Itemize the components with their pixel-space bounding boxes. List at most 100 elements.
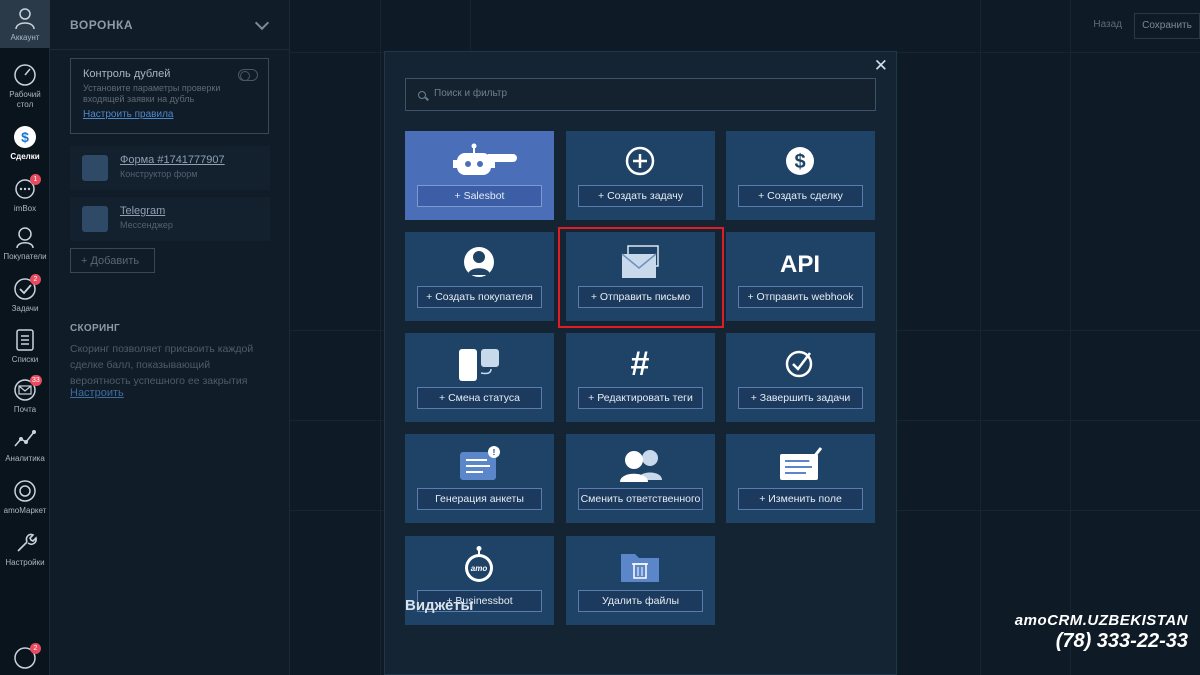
tile-form-generation[interactable]: ! Генерация анкеты — [405, 434, 554, 523]
source-subtitle: Конструктор форм — [120, 169, 198, 179]
plus-circle-icon — [625, 146, 655, 176]
nav-dashboard[interactable]: Рабочий стол — [0, 62, 50, 110]
nav-analytics[interactable]: Аналитика — [0, 426, 50, 464]
api-icon-text: API — [780, 251, 820, 278]
tile-button[interactable]: + Создать задачу — [578, 185, 703, 207]
tile-send-webhook[interactable]: API + Отправить webhook — [726, 232, 875, 321]
chevron-down-icon[interactable] — [254, 15, 270, 31]
tile-button[interactable]: + Создать покупателя — [417, 286, 542, 308]
nav-badge: 2 — [30, 643, 41, 654]
nav-market[interactable]: amoМаркет — [0, 478, 50, 516]
duplicates-title: Контроль дублей — [83, 68, 171, 80]
dollar-icon: $ — [786, 147, 814, 175]
nav-label: Списки — [11, 355, 39, 364]
source-item[interactable]: Форма #1741777907 Конструктор форм — [70, 146, 270, 190]
tile-change-field[interactable]: + Изменить поле — [726, 434, 875, 523]
scoring-link[interactable]: Настроить — [70, 387, 124, 399]
tile-label: Завершить задачи — [759, 392, 851, 404]
watermark: amoCRM.UZBEKISTAN (78) 333-22-33 — [1015, 612, 1188, 653]
tile-button[interactable]: + Редактировать теги — [578, 387, 703, 409]
save-button[interactable]: Сохранить — [1134, 13, 1200, 39]
tile-button[interactable]: + Отправить webhook — [738, 286, 863, 308]
nav-tasks[interactable]: 2 Задачи — [0, 274, 50, 314]
tile-button[interactable]: Сменить ответственного — [578, 488, 703, 510]
grid-line — [380, 0, 381, 675]
status-change-icon — [459, 349, 499, 381]
users-icon — [620, 450, 662, 482]
tile-edit-tags[interactable]: # + Редактировать теги — [566, 333, 715, 422]
search-input[interactable]: Поиск и фильтр — [405, 78, 876, 111]
duplicates-toggle[interactable] — [238, 69, 258, 81]
businessbot-icon-text: amo — [471, 564, 488, 573]
tile-complete-tasks[interactable]: + Завершить задачи — [726, 333, 875, 422]
close-icon[interactable]: ✕ — [874, 56, 888, 76]
nav-deals[interactable]: $ Сделки — [0, 124, 50, 162]
settings-icon — [17, 533, 37, 552]
back-button[interactable]: Назад — [1093, 19, 1122, 30]
customers-icon — [16, 227, 34, 249]
tile-salesbot[interactable]: + Salesbot — [405, 131, 554, 220]
source-title[interactable]: Форма #1741777907 — [120, 154, 270, 166]
tile-label: Удалить файлы — [601, 595, 680, 607]
nav-badge: 33 — [30, 375, 42, 386]
tile-create-customer[interactable]: + Создать покупателя — [405, 232, 554, 321]
add-source-button[interactable]: + Добавить — [70, 248, 155, 273]
panel-header[interactable]: ВОРОНКА — [50, 0, 289, 50]
hashtag-icon: # — [631, 345, 650, 383]
tile-label: Изменить поле — [768, 493, 842, 505]
duplicates-rules-link[interactable]: Настроить правила — [83, 109, 256, 120]
scoring-desc: Скоринг позволяет присвоить каждой сделк… — [70, 343, 254, 387]
svg-text:$: $ — [794, 151, 805, 173]
account-icon — [15, 8, 35, 30]
nav-label: Настройки — [5, 558, 45, 567]
tile-button[interactable]: + Завершить задачи — [738, 387, 863, 409]
tile-change-responsible[interactable]: Сменить ответственного — [566, 434, 715, 523]
nav-notifications[interactable]: 2 — [0, 643, 50, 671]
tile-label: Создать задачу — [607, 190, 683, 202]
nav-mail[interactable]: 33 Почта — [0, 375, 50, 415]
source-title[interactable]: Telegram — [120, 205, 270, 217]
duplicates-control: Контроль дублей Установите параметры про… — [70, 58, 269, 134]
nav-label: imBox — [13, 204, 37, 213]
nav-label: Аналитика — [5, 454, 45, 463]
nav-imbox[interactable]: 1 imBox — [0, 174, 50, 214]
tile-button[interactable]: + Salesbot — [417, 185, 542, 207]
form-icon — [82, 155, 108, 181]
telegram-icon — [82, 206, 108, 232]
tile-button[interactable]: + Изменить поле — [738, 488, 863, 510]
api-icon: API — [780, 251, 820, 278]
tile-change-status[interactable]: + Смена статуса — [405, 333, 554, 422]
tile-delete-files[interactable]: Удалить файлы — [566, 536, 715, 625]
highlight-frame — [558, 227, 724, 328]
grid-line — [1070, 0, 1071, 675]
nav-account[interactable]: Аккаунт — [0, 0, 50, 48]
nav-label: Покупатели — [3, 252, 47, 261]
tile-label: Редактировать теги — [597, 392, 693, 404]
tile-button[interactable]: + Создать сделку — [738, 185, 863, 207]
tile-create-deal[interactable]: $ + Создать сделку — [726, 131, 875, 220]
search-placeholder: Поиск и фильтр — [434, 88, 508, 99]
tile-label: Смена статуса — [448, 392, 520, 404]
tile-create-task[interactable]: + Создать задачу — [566, 131, 715, 220]
delete-files-icon — [621, 554, 659, 582]
nav-settings[interactable]: Настройки — [0, 530, 50, 568]
nav-badge: 1 — [30, 174, 41, 185]
pipeline-panel: ВОРОНКА Контроль дублей Установите парам… — [50, 0, 290, 675]
panel-title: ВОРОНКА — [70, 18, 134, 32]
nav-customers[interactable]: Покупатели — [0, 224, 50, 262]
left-nav: Аккаунт Рабочий стол $ Сделки 1 imBox По… — [0, 0, 50, 675]
tile-button[interactable]: Генерация анкеты — [417, 488, 542, 510]
source-subtitle: Мессенджер — [120, 220, 173, 230]
source-item[interactable]: Telegram Мессенджер — [70, 197, 270, 241]
nav-lists[interactable]: Списки — [0, 327, 50, 365]
tile-label: Создать сделку — [767, 190, 843, 202]
tile-button[interactable]: + Смена статуса — [417, 387, 542, 409]
form-icon: ! — [460, 446, 500, 480]
tile-button[interactable]: Удалить файлы — [578, 590, 703, 612]
add-label: Добавить — [90, 255, 140, 267]
analytics-icon — [14, 430, 36, 447]
nav-label: Сделки — [10, 152, 40, 161]
svg-text:$: $ — [21, 129, 29, 145]
svg-text:#: # — [631, 345, 650, 383]
widgets-title: Виджеты — [405, 597, 474, 614]
